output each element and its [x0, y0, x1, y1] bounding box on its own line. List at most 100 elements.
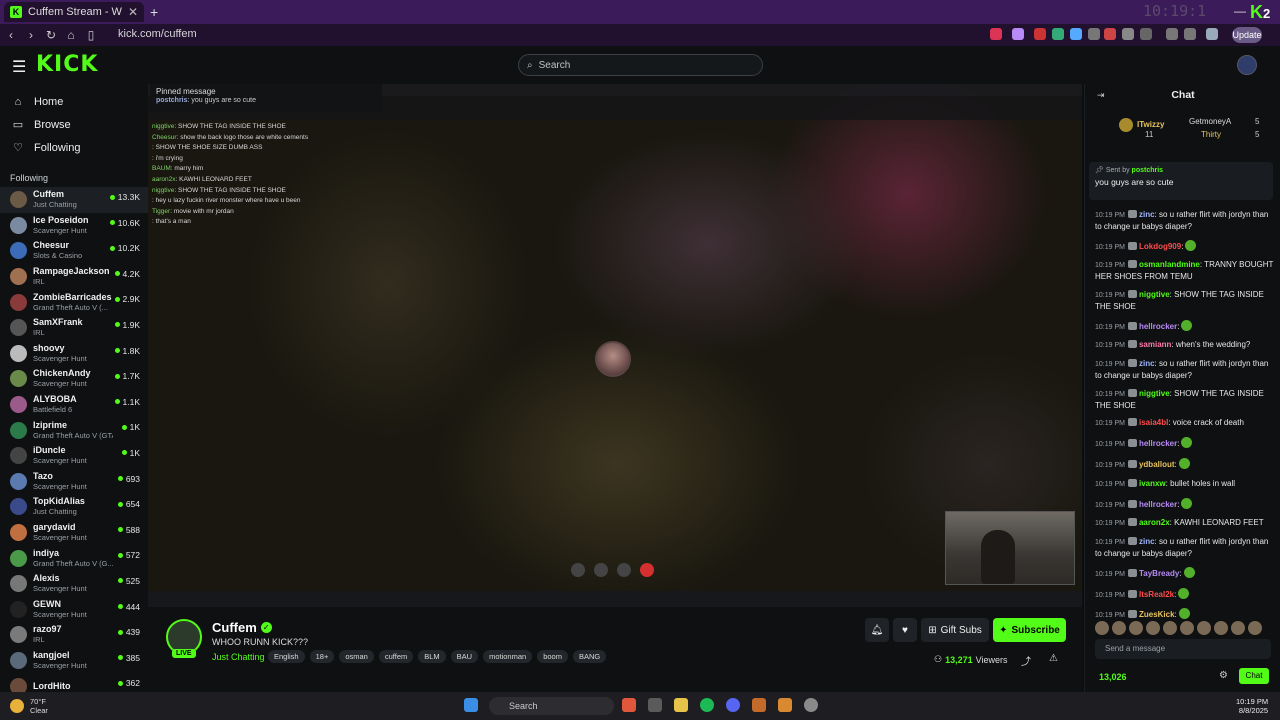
follow-heart-button[interactable]: ♥: [893, 618, 917, 642]
followed-channel[interactable]: ZombieBarricades Grand Theft Auto V (... 2…: [0, 289, 148, 315]
chat-send-button[interactable]: Chat: [1239, 668, 1269, 684]
stream-tag[interactable]: 18+: [309, 650, 335, 663]
followed-channel[interactable]: shoovy Scavenger Hunt 1.8K: [0, 341, 148, 367]
stream-tag[interactable]: BLM: [418, 650, 446, 663]
followed-channel[interactable]: kangjoel Scavenger Hunt 385: [0, 648, 148, 674]
emote-icon[interactable]: [1129, 621, 1143, 635]
message-user[interactable]: Lokdog909: [1139, 242, 1181, 251]
search-input[interactable]: ⌕ Search: [518, 54, 763, 76]
emote-icon[interactable]: [1180, 621, 1194, 635]
message-user[interactable]: ZuesKick: [1139, 610, 1175, 619]
app-icon[interactable]: [778, 698, 792, 712]
forward-icon[interactable]: ›: [22, 28, 40, 42]
sidebar-item-browse[interactable]: ▭ Browse: [0, 113, 148, 136]
followed-channel[interactable]: TopKidAlias Just Chatting 654: [0, 494, 148, 520]
message-user[interactable]: hellrocker: [1139, 322, 1177, 331]
stream-category[interactable]: Just Chatting: [212, 652, 265, 662]
followed-channel[interactable]: garydavid Scavenger Hunt 588: [0, 520, 148, 546]
message-user[interactable]: zinc: [1139, 359, 1155, 368]
bookmark-icon[interactable]: ▯: [82, 28, 100, 42]
followed-channel[interactable]: iDuncle Scavenger Hunt 1K: [0, 443, 148, 469]
streamer-name[interactable]: Cuffem ✓: [212, 620, 272, 635]
followed-channel[interactable]: razo97 IRL 439: [0, 622, 148, 648]
emote-icon[interactable]: [1163, 621, 1177, 635]
menu-icon[interactable]: ☰: [12, 57, 26, 77]
update-button[interactable]: Update: [1232, 27, 1262, 43]
message-user[interactable]: TayBready: [1139, 569, 1179, 578]
emote-icon[interactable]: [1112, 621, 1126, 635]
emote-icon[interactable]: [1146, 621, 1160, 635]
followed-channel[interactable]: Tazo Scavenger Hunt 693: [0, 469, 148, 495]
subscribe-button[interactable]: ✦ Subscribe: [993, 618, 1066, 642]
message-user[interactable]: zinc: [1139, 210, 1155, 219]
message-user[interactable]: ItsReal2k: [1139, 590, 1174, 599]
extension-icon[interactable]: [1088, 28, 1100, 40]
stream-tag[interactable]: BANG: [572, 650, 607, 663]
message-user[interactable]: hellrocker: [1139, 439, 1177, 448]
followed-channel[interactable]: Cheesur Slots & Casino 10.2K: [0, 238, 148, 264]
message-user[interactable]: samiann: [1139, 340, 1171, 349]
stream-tag[interactable]: motionman: [483, 650, 533, 663]
message-user[interactable]: niggtive: [1139, 290, 1170, 299]
channel-points[interactable]: 13,026: [1099, 672, 1127, 682]
emote-icon[interactable]: [1248, 621, 1262, 635]
app-icon[interactable]: [804, 698, 818, 712]
message-user[interactable]: osmanlandmine: [1139, 260, 1200, 269]
gear-icon[interactable]: ⚙: [1219, 670, 1228, 681]
extension-icon[interactable]: [1070, 28, 1082, 40]
windows-start-icon[interactable]: [464, 698, 478, 712]
minimize-icon[interactable]: —: [1234, 4, 1246, 18]
followed-channel[interactable]: Ice Poseidon Scavenger Hunt 10.6K: [0, 213, 148, 239]
extension-icon[interactable]: [1140, 28, 1152, 40]
message-user[interactable]: hellrocker: [1139, 500, 1177, 509]
message-user[interactable]: zinc: [1139, 537, 1155, 546]
extension-icon[interactable]: [1184, 28, 1196, 40]
chat-input[interactable]: Send a message: [1095, 639, 1271, 659]
spotify-icon[interactable]: [700, 698, 714, 712]
video-player[interactable]: Pinned message postchris: you guys are s…: [148, 84, 1082, 607]
user-avatar[interactable]: [1237, 55, 1257, 75]
folder-icon[interactable]: [674, 698, 688, 712]
stream-tag[interactable]: boom: [537, 650, 568, 663]
sidebar-item-home[interactable]: ⌂ Home: [0, 90, 148, 113]
followed-channel[interactable]: Alexis Scavenger Hunt 525: [0, 571, 148, 597]
emote-icon[interactable]: [1214, 621, 1228, 635]
browser-tab[interactable]: K Cuffem Stream - Watch Live ✕: [4, 2, 144, 22]
brave-icon[interactable]: [622, 698, 636, 712]
kick-logo[interactable]: KICK: [36, 52, 98, 77]
followed-channel[interactable]: indiya Grand Theft Auto V (G... 572: [0, 545, 148, 571]
sidebar-item-following[interactable]: ♡ Following: [0, 136, 148, 159]
emote-icon[interactable]: [1197, 621, 1211, 635]
emote-icon[interactable]: [1095, 621, 1109, 635]
share-icon[interactable]: ⤴: [1021, 653, 1031, 668]
followed-channel[interactable]: Iziprime Grand Theft Auto V (GTA) 1K: [0, 417, 148, 443]
stream-tag[interactable]: cuffem: [378, 650, 414, 663]
extension-icon[interactable]: [1122, 28, 1134, 40]
chat-pinned-message[interactable]: 📌︎ Sent by postchris you guys are so cut…: [1089, 162, 1273, 200]
message-user[interactable]: aaron2x: [1139, 518, 1170, 527]
emote-icon[interactable]: [1231, 621, 1245, 635]
followed-channel[interactable]: ChickenAndy Scavenger Hunt 1.7K: [0, 366, 148, 392]
stream-tag[interactable]: English: [268, 650, 305, 663]
extension-icon[interactable]: [990, 28, 1002, 40]
url-field[interactable]: kick.com/cuffem: [118, 28, 197, 40]
notification-bell-button[interactable]: 🔔︎: [865, 618, 889, 642]
weather-widget[interactable]: 70°F Clear: [30, 697, 48, 715]
followed-channel[interactable]: SamXFrank IRL 1.9K: [0, 315, 148, 341]
back-icon[interactable]: ‹: [2, 28, 20, 42]
extension-icon[interactable]: [1012, 28, 1024, 40]
extension-icon[interactable]: [1166, 28, 1178, 40]
extension-icon[interactable]: [1034, 28, 1046, 40]
reload-icon[interactable]: ↻: [42, 28, 60, 42]
extension-icon[interactable]: [1052, 28, 1064, 40]
discord-icon[interactable]: [726, 698, 740, 712]
message-user[interactable]: ivanxw: [1139, 479, 1166, 488]
gift-subs-button[interactable]: ⊞ Gift Subs: [921, 618, 989, 642]
message-user[interactable]: ydballout: [1139, 460, 1175, 469]
stream-tag[interactable]: osman: [339, 650, 374, 663]
taskbar-search[interactable]: Search: [489, 697, 614, 715]
message-user[interactable]: isaia4bl: [1139, 418, 1168, 427]
stream-tag[interactable]: BAU: [450, 650, 479, 663]
message-user[interactable]: niggtive: [1139, 389, 1170, 398]
followed-channel[interactable]: RampageJackson IRL 4.2K: [0, 264, 148, 290]
